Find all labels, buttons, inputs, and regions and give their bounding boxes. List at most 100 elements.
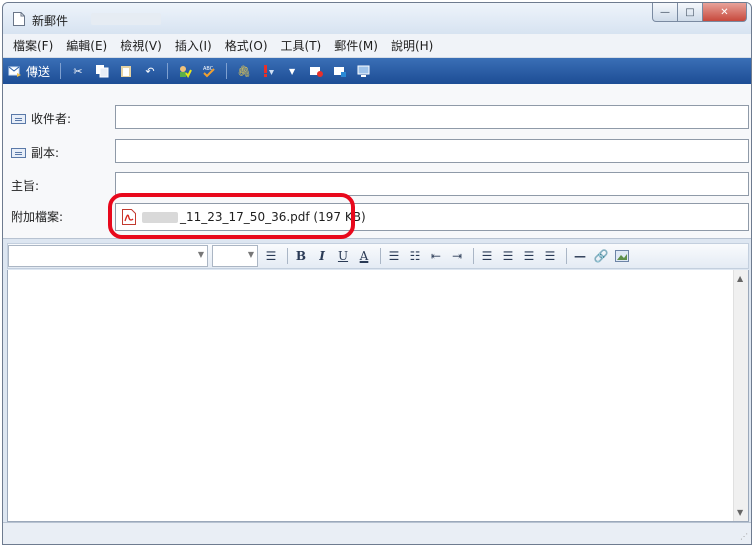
format-separator [287, 248, 288, 264]
resize-grip-icon[interactable]: ⋰ [740, 532, 748, 541]
subject-label: 主旨: [11, 179, 40, 193]
paragraph-style-icon: ☰ [265, 249, 277, 263]
bold-button[interactable]: B [292, 247, 310, 265]
priority-dropdown[interactable]: ▼ [285, 64, 299, 78]
align-right-button[interactable]: ☰ [520, 247, 538, 265]
format-separator [566, 248, 567, 264]
close-button[interactable]: ✕ [703, 3, 747, 22]
menu-help[interactable]: 說明(H) [391, 37, 433, 54]
menu-message[interactable]: 郵件(M) [334, 37, 378, 54]
message-headers: 收件者: 副本: 主旨: 附加檔案: _11_23_17_50_36.pdf (… [3, 84, 751, 239]
menu-view[interactable]: 檢視(V) [120, 37, 162, 54]
check-names-button[interactable] [178, 64, 192, 78]
font-name-select[interactable]: ▼ [8, 245, 208, 267]
italic-button[interactable]: I [313, 247, 331, 265]
title-bar: 新郵件 — □ ✕ [3, 3, 751, 34]
send-label: 傳送 [26, 64, 51, 79]
send-icon [8, 66, 21, 77]
scroll-up-icon[interactable]: ▲ [737, 274, 743, 283]
decrease-indent-icon: ⇤ [430, 249, 442, 263]
check-names-icon [180, 66, 192, 78]
align-center-button[interactable]: ☰ [499, 247, 517, 265]
align-left-button[interactable]: ☰ [478, 247, 496, 265]
cut-button[interactable]: ✂ [71, 64, 85, 78]
cut-icon: ✂ [73, 64, 83, 78]
attach-row: 附加檔案: _11_23_17_50_36.pdf (197 KB) [3, 203, 751, 231]
numbered-list-icon: ☰ [388, 249, 400, 263]
vertical-scrollbar[interactable]: ▲ ▼ [733, 270, 748, 521]
sign-button[interactable] [309, 64, 324, 78]
formatting-toolbar: ▼ ▼ ☰ B I U A ☰ ☷ ⇤ ⇥ ☰ ☰ ☰ ☰ — 🔗 [7, 243, 749, 269]
paste-icon [121, 66, 132, 77]
bullet-list-button[interactable]: ☷ [406, 247, 424, 265]
message-body[interactable]: ▲ ▼ [7, 270, 749, 522]
menu-insert[interactable]: 插入(I) [175, 37, 212, 54]
numbered-list-button[interactable]: ☰ [385, 247, 403, 265]
menu-file[interactable]: 檔案(F) [13, 37, 53, 54]
hyperlink-button[interactable]: 🔗 [592, 247, 610, 265]
paste-button[interactable] [119, 64, 133, 78]
send-button[interactable]: 傳送 [8, 63, 50, 80]
chevron-down-icon: ▼ [247, 250, 254, 259]
window-title: 新郵件 [32, 14, 69, 28]
spelling-icon: ABC [203, 66, 215, 78]
status-bar: ⋰ [3, 522, 751, 544]
to-field[interactable] [115, 105, 749, 129]
font-color-button[interactable]: A [355, 247, 373, 265]
attach-button[interactable]: 🖇 [237, 64, 251, 78]
to-button[interactable]: 收件者: [11, 110, 71, 127]
align-center-icon: ☰ [502, 249, 514, 263]
spelling-button[interactable]: ABC [202, 64, 216, 78]
copy-icon [96, 65, 109, 78]
insert-picture-icon [615, 250, 629, 262]
maximize-button[interactable]: □ [678, 3, 703, 22]
cc-row: 副本: [3, 139, 751, 163]
to-label: 收件者: [31, 112, 72, 126]
paragraph-style-button[interactable]: ☰ [262, 247, 280, 265]
menu-format[interactable]: 格式(O) [225, 37, 268, 54]
sign-icon [310, 67, 324, 77]
new-mail-icon [13, 12, 25, 26]
underline-button[interactable]: U [334, 247, 352, 265]
window-controls: — □ ✕ [652, 3, 747, 23]
encrypt-button[interactable] [333, 64, 347, 78]
toolbar: 傳送 ✂ ↶ ABC 🖇 ▼ [3, 58, 751, 84]
bullet-list-icon: ☷ [409, 249, 421, 263]
attachment-name-redacted [142, 211, 178, 223]
increase-indent-button[interactable]: ⇥ [448, 247, 466, 265]
attachment-file[interactable]: _11_23_17_50_36.pdf (197 KB) [180, 210, 366, 224]
minimize-button[interactable]: — [652, 3, 678, 22]
align-left-icon: ☰ [481, 249, 493, 263]
offline-icon [357, 65, 370, 77]
offline-button[interactable] [357, 64, 371, 78]
insert-picture-button[interactable] [613, 247, 631, 265]
copy-button[interactable] [95, 64, 109, 78]
menu-bar: 檔案(F) 編輯(E) 檢視(V) 插入(I) 格式(O) 工具(T) 郵件(M… [3, 34, 751, 58]
undo-icon: ↶ [145, 64, 155, 78]
hyperlink-icon: 🔗 [593, 249, 609, 263]
encrypt-icon [334, 67, 347, 77]
priority-button[interactable] [261, 64, 275, 78]
align-right-icon: ☰ [523, 249, 535, 263]
title-redacted [91, 13, 161, 25]
priority-icon [264, 65, 275, 77]
cc-field[interactable] [115, 139, 749, 163]
attach-label: 附加檔案: [11, 210, 64, 224]
pdf-file-icon [122, 209, 136, 225]
attachment-field[interactable]: _11_23_17_50_36.pdf (197 KB) [115, 203, 749, 231]
font-size-select[interactable]: ▼ [212, 245, 258, 267]
subject-field[interactable] [115, 172, 749, 196]
toolbar-separator [167, 63, 169, 79]
undo-button[interactable]: ↶ [143, 64, 157, 78]
menu-tools[interactable]: 工具(T) [281, 37, 322, 54]
cc-button[interactable]: 副本: [11, 144, 59, 161]
decrease-indent-button[interactable]: ⇤ [427, 247, 445, 265]
toolbar-separator [60, 63, 62, 79]
scroll-down-icon[interactable]: ▼ [737, 508, 743, 517]
cc-label: 副本: [31, 146, 60, 160]
horizontal-line-button[interactable]: — [571, 247, 589, 265]
justify-button[interactable]: ☰ [541, 247, 559, 265]
menu-edit[interactable]: 編輯(E) [66, 37, 107, 54]
increase-indent-icon: ⇥ [451, 249, 463, 263]
mail-window: 新郵件 — □ ✕ 檔案(F) 編輯(E) 檢視(V) 插入(I) 格式(O) … [2, 2, 752, 545]
